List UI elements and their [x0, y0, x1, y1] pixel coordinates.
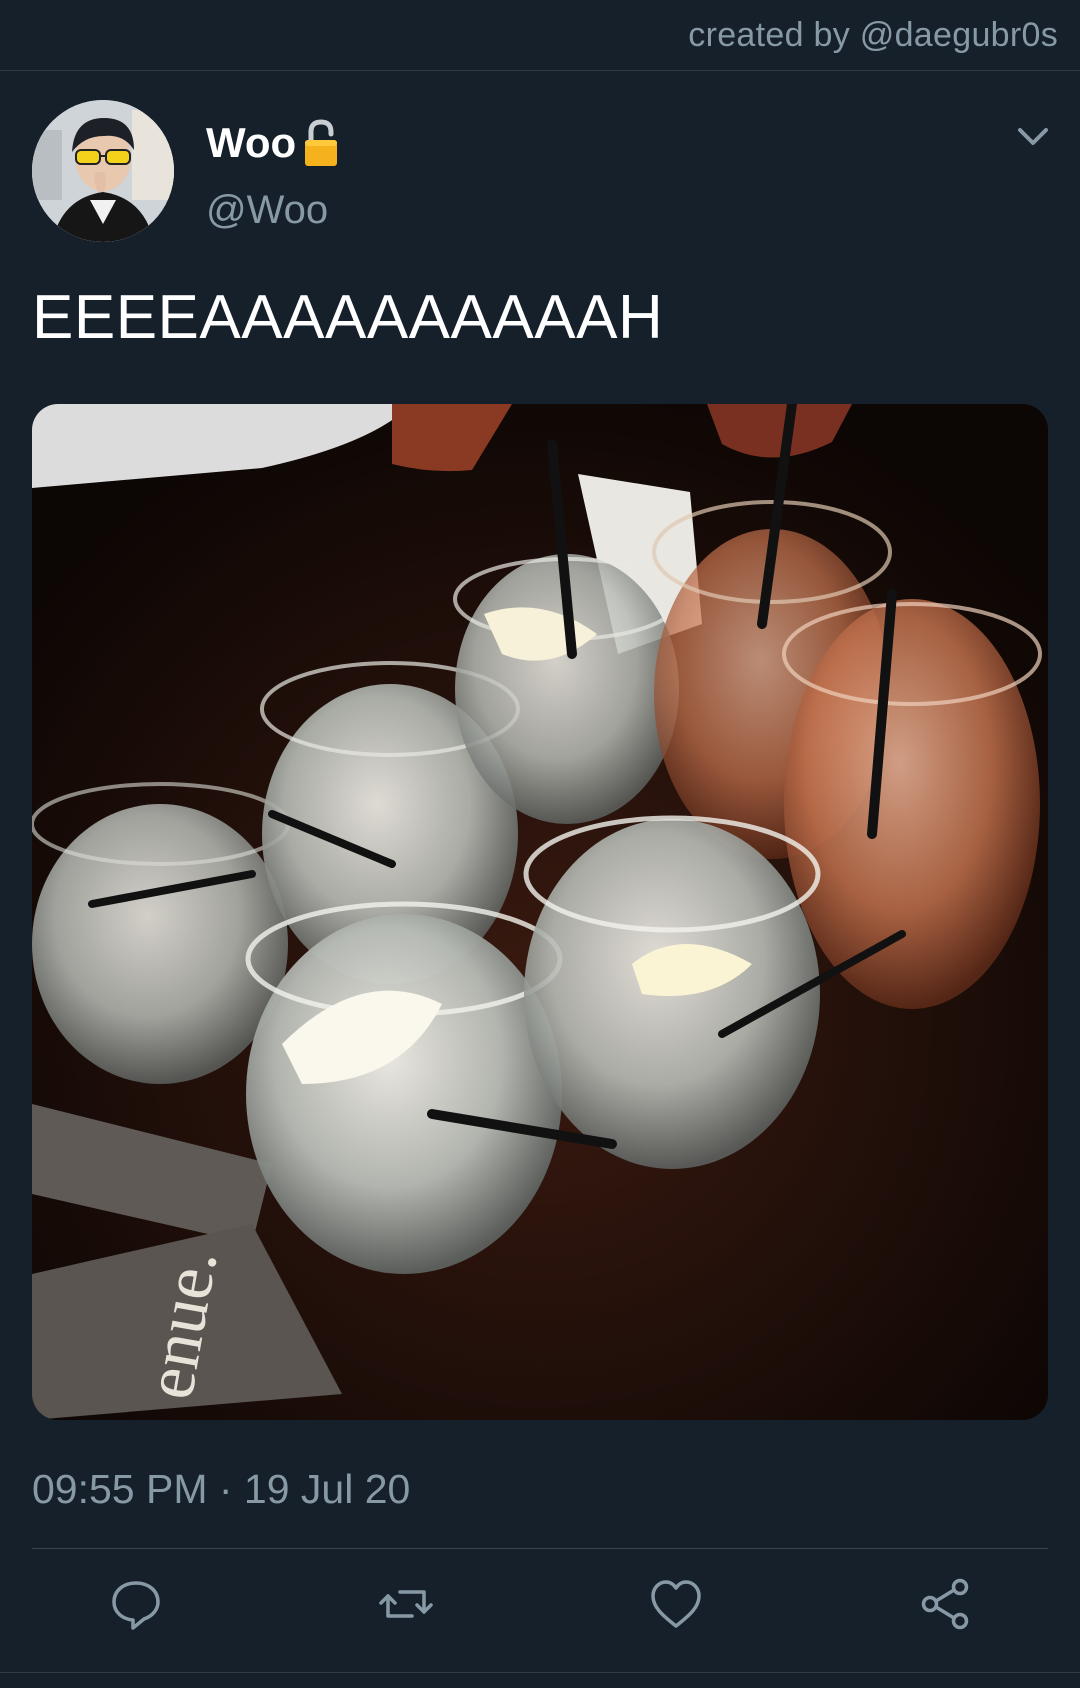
- retweet-icon[interactable]: [378, 1576, 434, 1632]
- tweet-photo[interactable]: enue.: [32, 404, 1048, 1420]
- bottom-divider: [0, 1672, 1080, 1673]
- credit-bar: created by @daegubr0s: [0, 0, 1080, 71]
- display-name: Woo: [206, 119, 297, 166]
- share-icon[interactable]: [918, 1576, 974, 1632]
- like-icon[interactable]: [648, 1576, 704, 1632]
- reply-icon[interactable]: [108, 1576, 164, 1632]
- tweet-timestamp: 09:55 PM · 19 Jul 20: [32, 1466, 411, 1512]
- drinks-photo: enue.: [32, 404, 1048, 1420]
- tweet-text: EEEEAAAAAAAAAAH: [32, 283, 664, 352]
- action-bar: [0, 1576, 1080, 1636]
- author-handle[interactable]: @Woo: [206, 188, 328, 233]
- lock-icon: [305, 119, 338, 166]
- chevron-down-icon[interactable]: [1016, 124, 1050, 148]
- creator-credit: created by @daegubr0s: [688, 16, 1058, 54]
- author-name-row[interactable]: Woo: [206, 118, 340, 168]
- divider: [32, 1548, 1048, 1549]
- avatar[interactable]: [32, 100, 174, 242]
- avatar-image: [32, 100, 174, 242]
